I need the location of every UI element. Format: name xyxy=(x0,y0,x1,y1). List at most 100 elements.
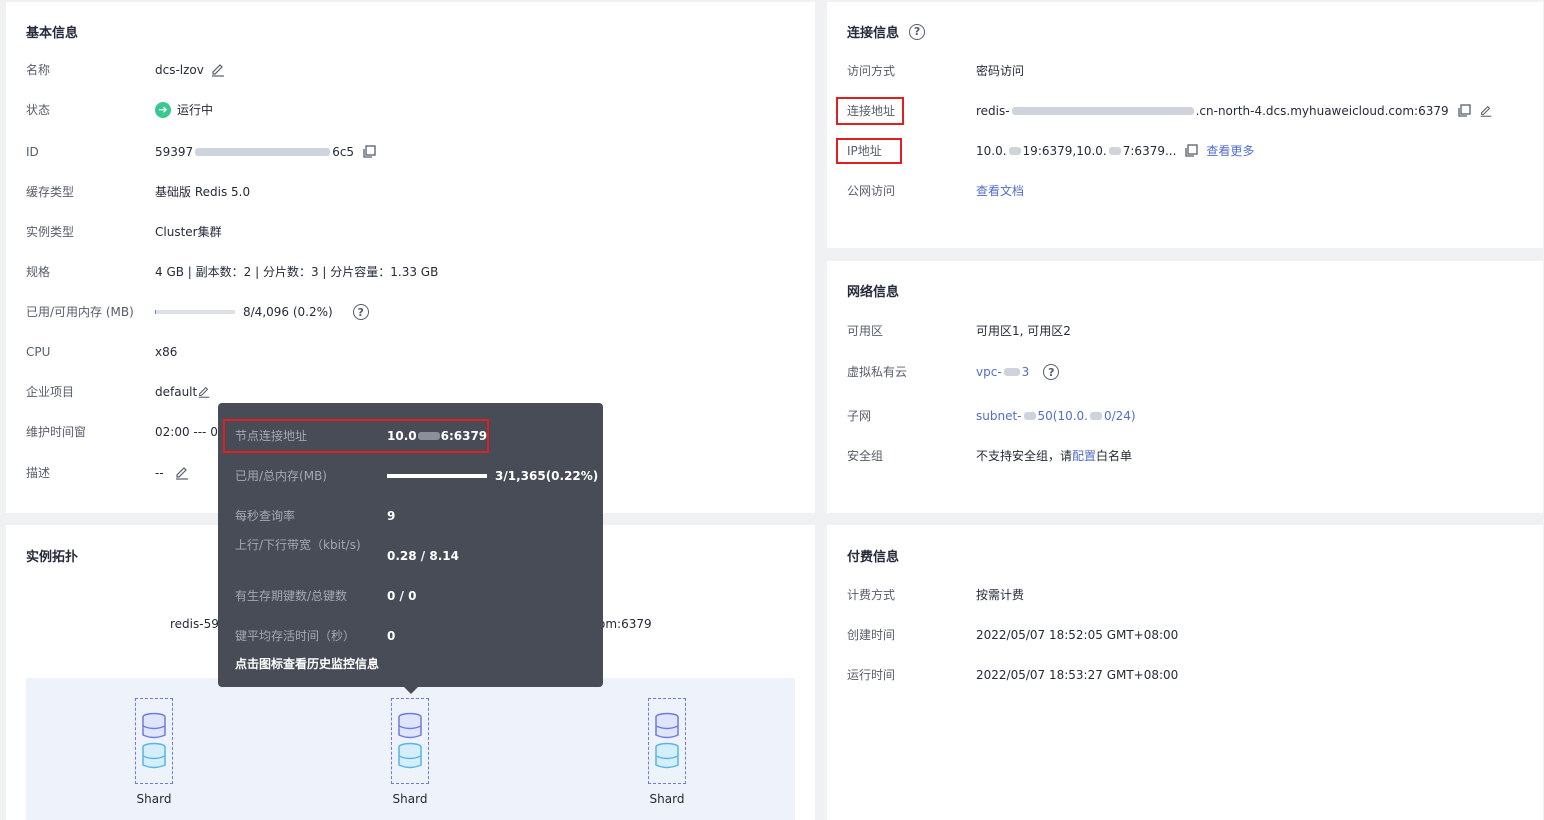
basic-info-title: 基本信息 xyxy=(26,26,79,41)
memory-row: 已用/可用内存 (MB) 8/4,096 (0.2%) ? xyxy=(26,302,805,322)
public-access-row: 公网访问 查看文档 xyxy=(847,181,1533,201)
subnet-link-prefix[interactable]: subnet- xyxy=(976,406,1022,426)
run-time-label: 运行时间 xyxy=(847,668,896,682)
shard-label: Shard xyxy=(392,792,428,806)
tooltip-bandwidth-value: 0.28 / 8.14 xyxy=(387,549,459,563)
help-icon[interactable]: ? xyxy=(909,23,926,40)
ip-part2: 19:6379,10.0. xyxy=(1022,144,1107,158)
cache-type-label: 缓存类型 xyxy=(26,185,75,199)
edit-icon[interactable] xyxy=(210,62,226,78)
az-row: 可用区 可用区1, 可用区2 xyxy=(847,321,1533,341)
network-info-panel: 网络信息 可用区 可用区1, 可用区2 虚拟私有云 vpc- 3 ? 子网 su… xyxy=(827,261,1543,513)
shard-label: Shard xyxy=(136,792,172,806)
copy-icon[interactable] xyxy=(1184,144,1199,158)
tooltip-footer: 点击图标查看历史监控信息 xyxy=(235,657,380,671)
shard-label: Shard xyxy=(649,792,685,806)
view-docs-link[interactable]: 查看文档 xyxy=(976,181,1024,201)
topology-address-right: om:6379 xyxy=(598,617,652,631)
vpc-link-suffix[interactable]: 3 xyxy=(1022,362,1030,382)
access-value: 密码访问 xyxy=(976,64,1025,78)
vpc-link-prefix[interactable]: vpc- xyxy=(976,362,1002,382)
database-icon[interactable] xyxy=(141,712,167,770)
address-suffix: .cn-north-4.dcs.myhuaweicloud.com:6379 xyxy=(1195,104,1449,118)
tooltip-memory-bar xyxy=(387,474,487,478)
project-row: 企业项目 default xyxy=(26,382,805,402)
name-value: dcs-lzov xyxy=(155,63,204,77)
access-label: 访问方式 xyxy=(847,64,896,78)
copy-icon[interactable] xyxy=(362,145,376,159)
shard-node[interactable] xyxy=(135,698,173,784)
edit-icon[interactable] xyxy=(197,385,211,399)
memory-progress-fill xyxy=(155,310,156,314)
created-time-row: 创建时间 2022/05/07 18:52:05 GMT+08:00 xyxy=(847,625,1533,645)
memory-progress-bar xyxy=(155,310,235,314)
subnet-link-suffix[interactable]: 0/24) xyxy=(1104,406,1136,426)
status-label: 状态 xyxy=(26,103,51,117)
connection-info-title: 连接信息 xyxy=(847,26,900,41)
project-label: 企业项目 xyxy=(26,385,75,399)
tooltip-memory-value: 3/1,365(0.22%) xyxy=(495,469,599,483)
topology-diagram: Shard Shard Shard xyxy=(26,678,795,820)
tooltip-ttl-row: 键平均存活时间（秒） 0 xyxy=(235,626,593,646)
ip-part3: 7:6379... xyxy=(1122,144,1177,158)
maintenance-value: 02:00 --- 06 xyxy=(155,425,226,439)
security-group-text: 不支持安全组，请 xyxy=(976,449,1073,463)
address-label-highlight xyxy=(836,97,904,125)
spec-label: 规格 xyxy=(26,265,51,279)
id-suffix: 6c5 xyxy=(332,145,355,159)
help-icon[interactable]: ? xyxy=(1043,364,1060,380)
tooltip-bandwidth-value-row: 0.28 / 8.14 xyxy=(235,546,593,566)
ip-part1: 10.0. xyxy=(976,144,1007,158)
billing-mode-row: 计费方式 按需计费 xyxy=(847,585,1533,605)
tooltip-keys-label: 有生存期键数/总键数 xyxy=(235,589,348,603)
copy-icon[interactable] xyxy=(1457,104,1471,118)
name-row: 名称 dcs-lzov xyxy=(26,60,805,80)
subnet-link-mid[interactable]: 50(10.0. xyxy=(1038,406,1088,426)
id-prefix: 59397 xyxy=(155,145,194,159)
ip-redacted xyxy=(1008,147,1021,155)
vpc-label: 虚拟私有云 xyxy=(847,365,908,379)
tooltip-memory-row: 已用/总内存(MB) 3/1,365(0.22%) xyxy=(235,466,598,486)
database-icon[interactable] xyxy=(654,712,680,770)
az-value: 可用区1, 可用区2 xyxy=(976,324,1071,338)
edit-icon[interactable] xyxy=(1479,104,1493,118)
tooltip-keys-value: 0 / 0 xyxy=(387,589,417,603)
shard-tooltip: 节点连接地址 10.0 6:6379 已用/总内存(MB) 3/1,365(0.… xyxy=(218,403,603,694)
name-label: 名称 xyxy=(26,63,51,77)
vpc-row: 虚拟私有云 vpc- 3 ? xyxy=(847,362,1533,382)
tooltip-ttl-label: 键平均存活时间（秒） xyxy=(235,629,356,643)
spec-value: 4 GB | 副本数：2 | 分片数：3 | 分片容量：1.33 GB xyxy=(155,265,439,279)
security-group-label: 安全组 xyxy=(847,449,884,463)
cpu-value: x86 xyxy=(155,345,178,359)
tooltip-qps-label: 每秒查询率 xyxy=(235,509,296,523)
created-time-value: 2022/05/07 18:52:05 GMT+08:00 xyxy=(976,628,1179,642)
shard-node[interactable] xyxy=(648,698,686,784)
ip-redacted xyxy=(1108,147,1121,155)
tooltip-qps-row: 每秒查询率 9 xyxy=(235,506,593,526)
help-icon[interactable]: ? xyxy=(352,304,369,320)
shard-node[interactable] xyxy=(391,698,429,784)
status-row: 状态 ➔ 运行中 xyxy=(26,100,805,120)
cache-type-value: 基础版 Redis 5.0 xyxy=(155,185,251,199)
address-prefix: redis- xyxy=(976,104,1010,118)
ip-label-highlight xyxy=(836,138,902,164)
cpu-row: CPU x86 xyxy=(26,342,805,362)
subnet-label: 子网 xyxy=(847,409,872,423)
security-group-text-after: 白名单 xyxy=(1096,449,1133,463)
whitelist-config-link[interactable]: 配置 xyxy=(1072,446,1096,466)
run-time-row: 运行时间 2022/05/07 18:53:27 GMT+08:00 xyxy=(847,665,1533,685)
maintenance-label: 维护时间窗 xyxy=(26,425,87,439)
instance-type-row: 实例类型 Cluster集群 xyxy=(26,222,805,242)
address-redacted xyxy=(1011,107,1194,115)
created-time-label: 创建时间 xyxy=(847,628,896,642)
edit-icon[interactable] xyxy=(174,465,190,481)
id-row: ID 59397 6c5 xyxy=(26,142,805,162)
billing-info-title: 付费信息 xyxy=(847,550,900,565)
billing-info-panel: 付费信息 计费方式 按需计费 创建时间 2022/05/07 18:52:05 … xyxy=(827,525,1543,820)
billing-mode-value: 按需计费 xyxy=(976,588,1025,602)
subnet-redacted xyxy=(1023,412,1036,420)
tooltip-memory-label: 已用/总内存(MB) xyxy=(235,469,327,483)
database-icon[interactable] xyxy=(397,712,423,770)
status-value: 运行中 xyxy=(177,103,214,117)
view-more-link[interactable]: 查看更多 xyxy=(1206,141,1254,161)
